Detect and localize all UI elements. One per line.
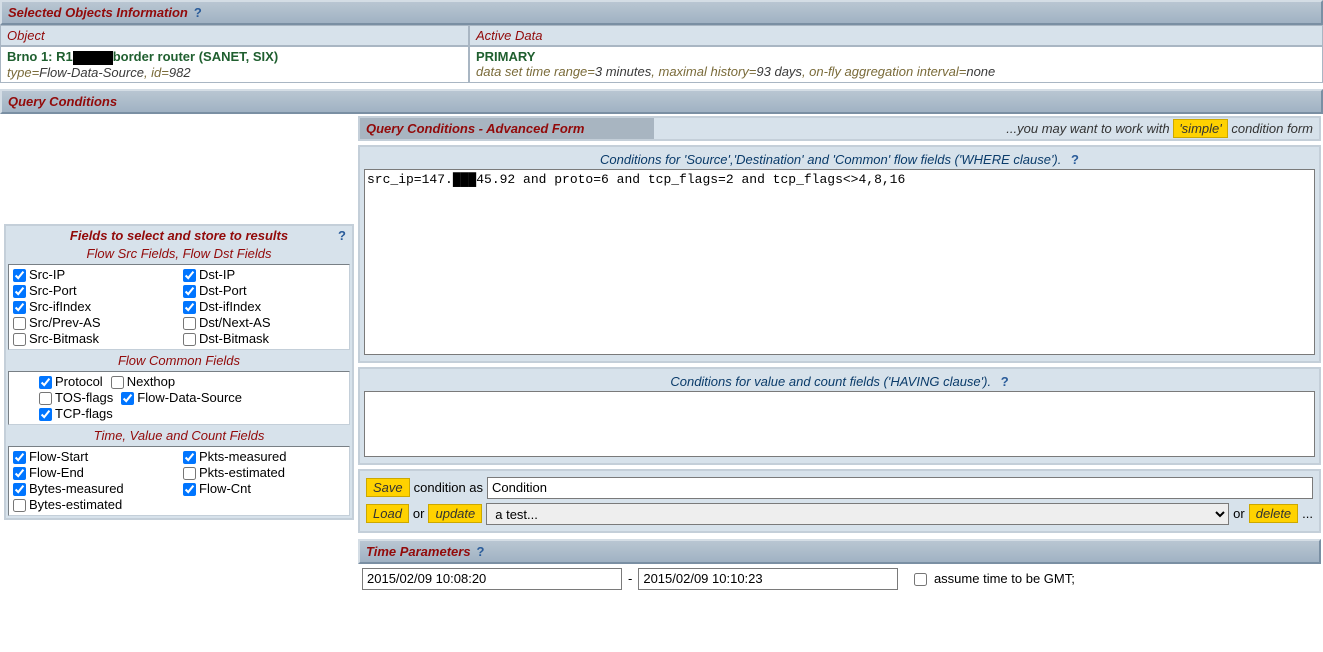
help-icon[interactable]: ? — [477, 544, 485, 559]
dst-field-checkbox[interactable] — [183, 301, 196, 314]
update-button[interactable]: update — [428, 504, 482, 523]
time-field-checkbox[interactable] — [183, 483, 196, 496]
src-field[interactable]: Src-Port — [13, 283, 175, 299]
dst-field-checkbox[interactable] — [183, 285, 196, 298]
time-field[interactable]: Flow-Start — [13, 449, 175, 465]
time-field-checkbox[interactable] — [13, 483, 26, 496]
save-button[interactable]: Save — [366, 478, 410, 497]
src-field-checkbox[interactable] — [13, 269, 26, 282]
src-field[interactable]: Src-ifIndex — [13, 299, 175, 315]
time-params-title: Time Parameters — [366, 544, 471, 559]
active-primary: PRIMARY — [476, 49, 1316, 64]
src-field-checkbox[interactable] — [13, 285, 26, 298]
selected-objects-header: Selected Objects Information ? — [0, 0, 1323, 25]
common-field[interactable]: Flow-Data-Source — [121, 390, 242, 406]
src-field[interactable]: Src-IP — [13, 267, 175, 283]
time-field-checkbox[interactable] — [13, 467, 26, 480]
common-field[interactable]: Nexthop — [111, 374, 175, 390]
time-field-checkbox[interactable] — [183, 451, 196, 464]
src-field-checkbox[interactable] — [13, 301, 26, 314]
condition-select[interactable]: a test... — [486, 503, 1229, 525]
help-icon[interactable]: ? — [338, 228, 346, 243]
src-field[interactable]: Src/Prev-AS — [13, 315, 175, 331]
common-field-checkbox[interactable] — [39, 408, 52, 421]
time-from-input[interactable] — [362, 568, 622, 590]
where-section: Conditions for 'Source','Destination' an… — [358, 145, 1321, 363]
time-to-input[interactable] — [638, 568, 898, 590]
common-grid: Protocol NexthopTOS-flags Flow-Data-Source… — [8, 371, 350, 425]
selected-objects-title: Selected Objects Information — [8, 5, 188, 20]
src-field-checkbox[interactable] — [13, 333, 26, 346]
src-field-checkbox[interactable] — [13, 317, 26, 330]
help-icon[interactable]: ? — [194, 5, 202, 20]
object-col-header: Object — [0, 25, 469, 46]
time-field[interactable]: Bytes-measured — [13, 481, 175, 497]
having-section: Conditions for value and count fields ('… — [358, 367, 1321, 465]
where-label-text: Conditions for 'Source','Destination' an… — [600, 152, 1061, 167]
common-field[interactable]: TCP-flags — [39, 406, 113, 422]
save-load-section: Save condition as Load or update a test.… — [358, 469, 1321, 533]
gmt-checkbox-label[interactable]: assume time to be GMT; — [914, 571, 1075, 587]
simple-switch-button[interactable]: 'simple' — [1173, 119, 1228, 138]
time-dash: - — [628, 571, 632, 586]
time-field-checkbox[interactable] — [13, 499, 26, 512]
src-field[interactable]: Src-Bitmask — [13, 331, 175, 347]
query-conditions-title: Query Conditions — [8, 94, 117, 109]
help-icon[interactable]: ? — [1071, 152, 1079, 167]
time-field-checkbox[interactable] — [183, 467, 196, 480]
time-grid: Flow-StartFlow-EndBytes-measuredBytes-es… — [8, 446, 350, 516]
common-field-checkbox[interactable] — [39, 392, 52, 405]
time-field[interactable]: Flow-End — [13, 465, 175, 481]
src-dst-subhead: Flow Src Fields, Flow Dst Fields — [6, 245, 352, 262]
common-field[interactable]: Protocol — [39, 374, 103, 390]
object-name-post: border router (SANET, SIX) — [113, 49, 278, 64]
src-dst-grid: Src-IPSrc-PortSrc-ifIndexSrc/Prev-ASSrc-… — [8, 264, 350, 350]
time-params-header: Time Parameters ? — [358, 539, 1321, 564]
load-button[interactable]: Load — [366, 504, 409, 523]
common-field-checkbox[interactable] — [111, 376, 124, 389]
query-conditions-header: Query Conditions — [0, 89, 1323, 114]
time-subhead: Time, Value and Count Fields — [6, 427, 352, 444]
dst-field[interactable]: Dst-Bitmask — [183, 331, 345, 347]
advanced-title: Query Conditions - Advanced Form — [360, 118, 654, 139]
active-col-header: Active Data — [469, 25, 1323, 46]
having-textarea[interactable] — [364, 391, 1315, 457]
redacted-block — [73, 51, 113, 65]
help-icon[interactable]: ? — [1001, 374, 1009, 389]
where-textarea[interactable] — [364, 169, 1315, 355]
time-field[interactable]: Bytes-estimated — [13, 497, 175, 513]
dst-field[interactable]: Dst-ifIndex — [183, 299, 345, 315]
advanced-header-row: Query Conditions - Advanced Form ...you … — [358, 116, 1321, 141]
common-field-checkbox[interactable] — [39, 376, 52, 389]
time-field[interactable]: Pkts-estimated — [183, 465, 345, 481]
fields-to-select-box: Fields to select and store to results ? … — [4, 224, 354, 521]
object-name-pre: Brno 1: R1 — [7, 49, 73, 64]
common-field-checkbox[interactable] — [121, 392, 134, 405]
common-subhead: Flow Common Fields — [6, 352, 352, 369]
active-cell: PRIMARY data set time range=3 minutes, m… — [469, 46, 1323, 83]
dst-field-checkbox[interactable] — [183, 269, 196, 282]
dst-field[interactable]: Dst/Next-AS — [183, 315, 345, 331]
dst-field-checkbox[interactable] — [183, 333, 196, 346]
time-field[interactable]: Pkts-measured — [183, 449, 345, 465]
switch-hint: ...you may want to work with 'simple' co… — [1000, 118, 1319, 139]
having-label-text: Conditions for value and count fields ('… — [670, 374, 991, 389]
dst-field[interactable]: Dst-Port — [183, 283, 345, 299]
fields-title: Fields to select and store to results — [70, 228, 288, 243]
dst-field-checkbox[interactable] — [183, 317, 196, 330]
object-cell: Brno 1: R1border router (SANET, SIX) typ… — [0, 46, 469, 83]
common-field[interactable]: TOS-flags — [39, 390, 113, 406]
dst-field[interactable]: Dst-IP — [183, 267, 345, 283]
delete-button[interactable]: delete — [1249, 504, 1298, 523]
time-row: - assume time to be GMT; — [358, 564, 1321, 594]
gmt-checkbox[interactable] — [914, 573, 927, 586]
condition-name-input[interactable] — [487, 477, 1313, 499]
time-field-checkbox[interactable] — [13, 451, 26, 464]
time-field[interactable]: Flow-Cnt — [183, 481, 345, 497]
